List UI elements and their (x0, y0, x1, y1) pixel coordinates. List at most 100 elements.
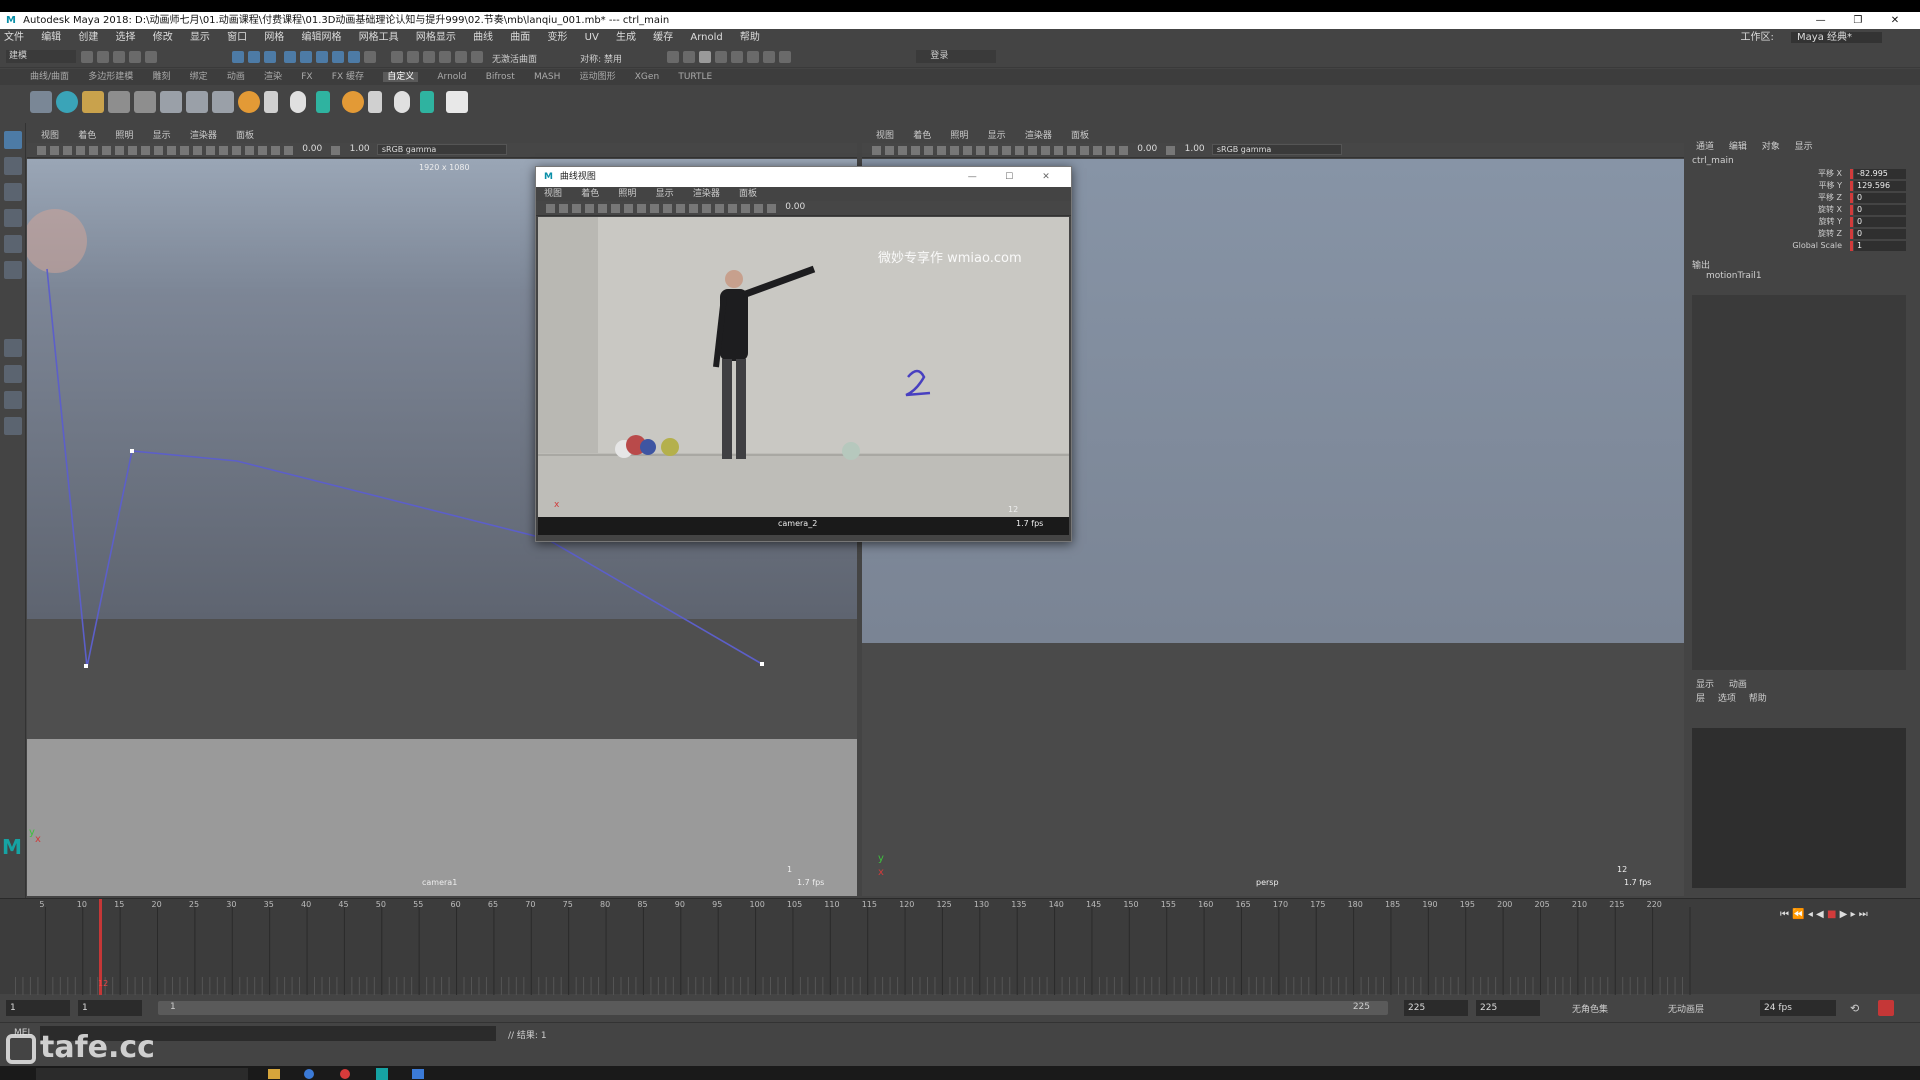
taskbar-app-icon[interactable] (376, 1068, 388, 1080)
play-back-icon[interactable]: ◀ (1816, 909, 1824, 920)
viewport-menu-item[interactable]: 面板 (236, 131, 254, 141)
viewport-menu-item[interactable]: 照明 (950, 131, 968, 141)
exposure-value[interactable]: 0.00 (1137, 144, 1157, 154)
layer-tab[interactable]: 显示 (1696, 680, 1714, 690)
smooth-shade-icon[interactable] (689, 204, 698, 213)
layout-single-icon[interactable] (4, 339, 22, 357)
dialog-menu-item[interactable]: 视图 (544, 189, 562, 199)
playback-start-field[interactable]: 1 (78, 1000, 142, 1016)
dialog-menu-item[interactable]: 照明 (618, 189, 636, 199)
shelf-tool-icon[interactable] (342, 91, 364, 113)
menu-item[interactable]: 显示 (190, 32, 210, 43)
menu-item[interactable]: 帮助 (740, 32, 760, 43)
dialog-menu-item[interactable]: 渲染器 (693, 189, 720, 199)
image-plane-icon[interactable] (585, 204, 594, 213)
taskbar-app-icon[interactable] (340, 1069, 350, 1079)
dialog-titlebar[interactable]: M 曲线视图 — ☐ ✕ (536, 167, 1071, 187)
anim-end-field[interactable]: 225 (1476, 1000, 1540, 1016)
viewport-menu-item[interactable]: 渲染器 (1025, 131, 1052, 141)
menu-item[interactable]: 窗口 (227, 32, 247, 43)
paint-select-icon[interactable] (4, 183, 22, 201)
shelf-tab[interactable]: 渲染 (264, 72, 282, 82)
shelf-tab-active[interactable]: 自定义 (383, 72, 419, 82)
stop-icon[interactable]: ■ (1827, 909, 1836, 920)
menu-item[interactable]: 曲线 (473, 32, 493, 43)
fps-dropdown[interactable]: 24 fps (1760, 1000, 1836, 1016)
login-button[interactable]: 登录 (916, 50, 997, 63)
viewport-menu-item[interactable]: 着色 (913, 131, 931, 141)
isolate-icon[interactable] (754, 204, 763, 213)
snap-grid-icon[interactable] (390, 51, 403, 63)
shelf-tool-icon[interactable] (212, 91, 234, 113)
render-icon[interactable] (667, 51, 680, 63)
dialog-menu-item[interactable]: 着色 (581, 189, 599, 199)
character-set-label[interactable]: 无角色集 (1572, 1002, 1608, 1015)
shelf-tool-icon[interactable] (186, 91, 208, 113)
workspace-selector[interactable]: 工作区: Maya 经典* (1740, 29, 1896, 46)
menu-item[interactable]: 选择 (116, 32, 136, 43)
image-plane-icon[interactable] (911, 146, 920, 155)
play-forward-icon[interactable]: ▶ (1840, 909, 1848, 920)
smooth-shade-icon[interactable] (1041, 146, 1050, 155)
gate-mask-icon[interactable] (989, 146, 998, 155)
wireframe-icon[interactable] (1028, 146, 1037, 155)
camera-select-icon[interactable] (872, 146, 881, 155)
shelf-tab[interactable]: 多边形建模 (88, 72, 133, 82)
camera-select-icon[interactable] (37, 146, 46, 155)
xray-icon[interactable] (1093, 146, 1102, 155)
wireframe-icon[interactable] (193, 146, 202, 155)
menu-item[interactable]: 创建 (78, 32, 98, 43)
layout-two-icon[interactable] (4, 391, 22, 409)
gamma-icon[interactable] (1166, 146, 1176, 155)
grease-pencil-icon[interactable] (102, 146, 111, 155)
shelf-tool-icon[interactable] (446, 91, 468, 113)
layer-menu-item[interactable]: 层 (1696, 694, 1705, 704)
shelf-tool-icon[interactable] (56, 91, 78, 113)
channel-tab[interactable]: 编辑 (1729, 142, 1747, 152)
color-space-dropdown[interactable]: sRGB gamma (376, 144, 507, 155)
minimize-icon[interactable]: — (955, 167, 989, 187)
undo-icon[interactable] (129, 51, 142, 63)
taskbar-search[interactable] (36, 1068, 248, 1080)
move-tool-icon[interactable] (4, 209, 22, 227)
shelf-tab[interactable]: 雕刻 (152, 72, 170, 82)
smooth-shade-icon[interactable] (206, 146, 215, 155)
attribute-row[interactable]: Global Scale 1 (1686, 240, 1906, 252)
shelf-tab[interactable]: FX (301, 72, 312, 82)
shadows-icon[interactable] (245, 146, 254, 155)
menu-item[interactable]: 编辑网格 (302, 32, 342, 43)
shelf-tool-icon[interactable] (238, 91, 260, 113)
snap-surface-icon[interactable] (454, 51, 467, 63)
redo-icon[interactable] (145, 51, 158, 63)
taskbar-app-icon[interactable] (304, 1069, 314, 1079)
lights-icon[interactable] (715, 204, 724, 213)
step-back-icon[interactable]: ◂ (1808, 909, 1813, 920)
camera-select-icon[interactable] (546, 204, 555, 213)
xray-icon[interactable] (258, 146, 267, 155)
gate-mask-icon[interactable] (663, 204, 672, 213)
channel-tab[interactable]: 通道 (1696, 142, 1714, 152)
2d-pan-icon[interactable] (924, 146, 933, 155)
camera-attr-icon[interactable] (50, 146, 59, 155)
bookmark-icon[interactable] (572, 204, 581, 213)
attribute-value[interactable]: 0 (1850, 229, 1906, 239)
anim-start-field[interactable]: 1 (6, 1000, 70, 1016)
attribute-value[interactable]: -82.995 (1850, 169, 1906, 179)
menu-item[interactable]: 生成 (616, 32, 636, 43)
hypershade-icon[interactable] (731, 51, 744, 63)
gate-mask-icon[interactable] (154, 146, 163, 155)
shadows-icon[interactable] (1080, 146, 1089, 155)
menu-item[interactable]: 曲面 (510, 32, 530, 43)
auto-key-icon[interactable] (1878, 1000, 1894, 1016)
taskbar-app-icon[interactable] (412, 1069, 424, 1079)
bookmark-icon[interactable] (63, 146, 72, 155)
attribute-row[interactable]: 平移 Y 129.596 (1686, 180, 1906, 192)
field-chart-icon[interactable] (167, 146, 176, 155)
color-space-dropdown[interactable]: sRGB gamma (1211, 144, 1342, 155)
ipr-icon[interactable] (699, 51, 712, 63)
mask-icon[interactable] (331, 51, 344, 63)
grid-icon[interactable] (624, 204, 633, 213)
scale-tool-icon[interactable] (4, 261, 22, 279)
viewport-menu-item[interactable]: 着色 (78, 131, 96, 141)
mask-icon[interactable] (299, 51, 312, 63)
